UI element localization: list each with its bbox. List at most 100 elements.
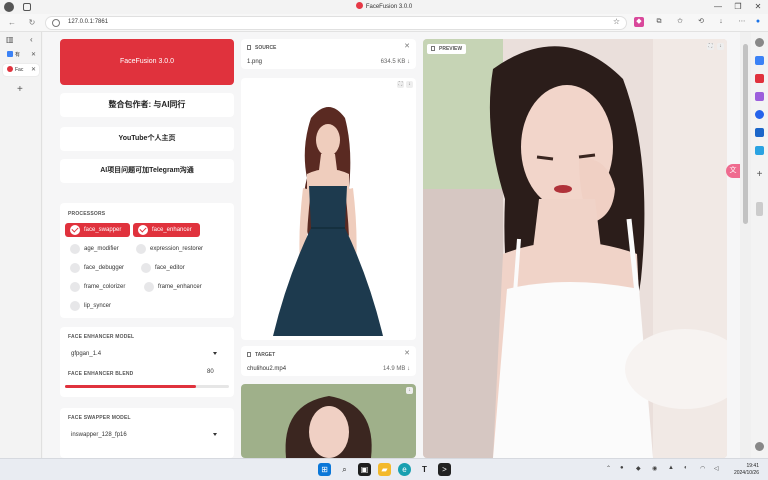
tag-icon[interactable] xyxy=(755,56,764,65)
face-enhancer-model-label: FACE ENHANCER MODEL xyxy=(68,334,135,340)
browser-sidebar: + xyxy=(751,32,768,458)
search-icon[interactable] xyxy=(755,38,764,47)
source-file-size[interactable]: 634.5 KB ↓ xyxy=(381,59,410,65)
file-explorer-icon[interactable]: ▰ xyxy=(378,463,391,476)
processor-face-debugger[interactable]: face_debugger xyxy=(65,261,130,275)
fullscreen-icon[interactable]: ⛶ xyxy=(397,81,404,88)
source-clear-icon[interactable]: ✕ xyxy=(404,42,410,50)
more-menu-icon[interactable]: ⋯ xyxy=(737,17,747,27)
outlook-icon[interactable] xyxy=(755,128,764,137)
translate-icon[interactable]: 文 xyxy=(726,164,740,178)
face-enhancer-blend-value[interactable]: 80 xyxy=(207,369,214,375)
tools-icon[interactable] xyxy=(755,74,764,83)
wifi-icon[interactable]: ◠ xyxy=(700,465,705,472)
checkbox-icon xyxy=(70,282,80,292)
tray-expand-icon[interactable]: ⌃ xyxy=(606,465,611,472)
processor-face-enhancer[interactable]: face_enhancer xyxy=(133,223,200,237)
target-clear-icon[interactable]: ✕ xyxy=(404,349,410,357)
taskbar-clock[interactable]: 19:41 2024/10/26 xyxy=(729,463,759,477)
checkbox-icon xyxy=(70,301,80,311)
target-label-text: TARGET xyxy=(255,352,276,358)
edge-browser-icon[interactable]: e xyxy=(398,463,411,476)
target-file-size[interactable]: 14.9 MB ↓ xyxy=(383,366,410,372)
page-scrollbar[interactable] xyxy=(740,32,751,458)
split-screen-icon[interactable]: ⧉ xyxy=(654,17,664,27)
download-icon[interactable]: ↓ xyxy=(406,387,413,394)
target-video-preview: ↓ xyxy=(241,384,416,458)
favorites-icon[interactable]: ✩ xyxy=(675,17,685,27)
select-value: gfpgan_1.4 xyxy=(71,351,102,357)
tray-app-icon[interactable]: ◉ xyxy=(652,465,657,472)
typora-icon[interactable]: T xyxy=(418,463,431,476)
copilot-icon[interactable]: ● xyxy=(753,17,763,27)
face-enhancer-model-select[interactable]: gfpgan_1.4 xyxy=(65,347,227,361)
tab-item-2[interactable]: Fac ✕ xyxy=(3,64,39,76)
minimize-icon[interactable]: — xyxy=(708,1,728,13)
app-icon[interactable] xyxy=(755,110,764,119)
history-icon[interactable]: ⟲ xyxy=(696,17,706,27)
youtube-link-button[interactable]: YouTube个人主页 xyxy=(60,127,234,151)
new-tab-icon[interactable]: + xyxy=(17,84,23,95)
target-file-name[interactable]: chulihou2.mp4 xyxy=(247,366,286,372)
volume-icon[interactable]: ◁ xyxy=(714,465,719,472)
processor-expression-restorer[interactable]: expression_restorer xyxy=(131,242,221,256)
download-icon[interactable]: ↓ xyxy=(717,43,724,50)
author-link-button[interactable]: 整合包作者: 与AI同行 xyxy=(60,93,234,117)
tray-app-icon[interactable]: ◐ xyxy=(684,465,688,471)
processor-label: face_swapper xyxy=(84,227,122,233)
back-icon[interactable]: ← xyxy=(6,17,18,29)
chevron-down-icon xyxy=(213,352,217,355)
source-file-name[interactable]: 1.png xyxy=(247,59,262,65)
tray-app-icon[interactable]: ▲ xyxy=(668,465,674,471)
source-portrait-illustration xyxy=(273,107,383,336)
face-swapper-model-select[interactable]: inswapper_128_fp16 xyxy=(65,428,227,442)
site-info-icon[interactable] xyxy=(52,19,60,27)
tray-shield-icon[interactable]: ◆ xyxy=(636,465,641,472)
favorite-star-icon[interactable]: ☆ xyxy=(613,17,620,26)
checkbox-icon xyxy=(144,282,154,292)
url-field[interactable]: 127.0.0.1:7861 ☆ xyxy=(45,16,627,30)
processor-label: expression_restorer xyxy=(150,246,204,252)
hero-title-button[interactable]: FaceFusion 3.0.0 xyxy=(60,39,234,85)
games-icon[interactable] xyxy=(755,92,764,101)
checkbox-icon xyxy=(70,244,80,254)
tray-app-icon[interactable]: ● xyxy=(620,465,624,471)
target-label: TARGET xyxy=(247,352,275,358)
face-swapper-model-label: FACE SWAPPER MODEL xyxy=(68,415,131,421)
processor-face-editor[interactable]: face_editor xyxy=(136,261,196,275)
extension-icon[interactable]: ◆ xyxy=(634,17,644,27)
target-video-frame xyxy=(241,384,416,458)
download-icon[interactable]: ↓ xyxy=(406,81,413,88)
add-app-icon[interactable]: + xyxy=(755,170,764,180)
preview-image xyxy=(423,39,727,458)
fullscreen-icon[interactable]: ⛶ xyxy=(707,43,714,50)
tab-item-1[interactable]: 有 ✕ xyxy=(3,49,39,61)
start-icon[interactable]: ⊞ xyxy=(318,463,331,476)
telegram-link-button[interactable]: AI项目问题可加Telegram沟通 xyxy=(60,159,234,183)
processor-face-swapper[interactable]: face_swapper xyxy=(65,223,130,237)
close-tab-icon[interactable]: ✕ xyxy=(31,49,36,61)
downloads-icon[interactable]: ↓ xyxy=(716,17,726,27)
close-window-icon[interactable]: ✕ xyxy=(748,1,768,13)
processor-frame-colorizer[interactable]: frame_colorizer xyxy=(65,280,137,294)
task-view-icon[interactable]: ▣ xyxy=(358,463,371,476)
processor-frame-enhancer[interactable]: frame_enhancer xyxy=(139,280,219,294)
processor-age-modifier[interactable]: age_modifier xyxy=(65,242,130,256)
send-icon[interactable] xyxy=(755,146,764,155)
face-enhancer-blend-slider[interactable] xyxy=(65,385,229,388)
terminal-icon[interactable]: > xyxy=(438,463,451,476)
checkbox-icon xyxy=(138,225,148,235)
search-icon[interactable]: ⌕ xyxy=(338,463,351,476)
settings-icon[interactable] xyxy=(755,442,764,451)
processor-label: frame_enhancer xyxy=(158,284,202,290)
collapse-tabs-icon[interactable]: ‹ xyxy=(30,35,33,44)
processor-lip-syncer[interactable]: lip_syncer xyxy=(65,299,125,313)
processor-label: lip_syncer xyxy=(84,303,112,309)
tab-panel-icon[interactable]: ▥ xyxy=(6,35,14,44)
scroll-thumb[interactable] xyxy=(743,44,748,224)
sidebar-toggle-icon[interactable] xyxy=(756,202,763,216)
maximize-icon[interactable]: ❐ xyxy=(728,1,748,13)
chevron-down-icon xyxy=(213,433,217,436)
refresh-icon[interactable]: ↻ xyxy=(26,17,38,29)
close-tab-icon[interactable]: ✕ xyxy=(31,64,36,76)
